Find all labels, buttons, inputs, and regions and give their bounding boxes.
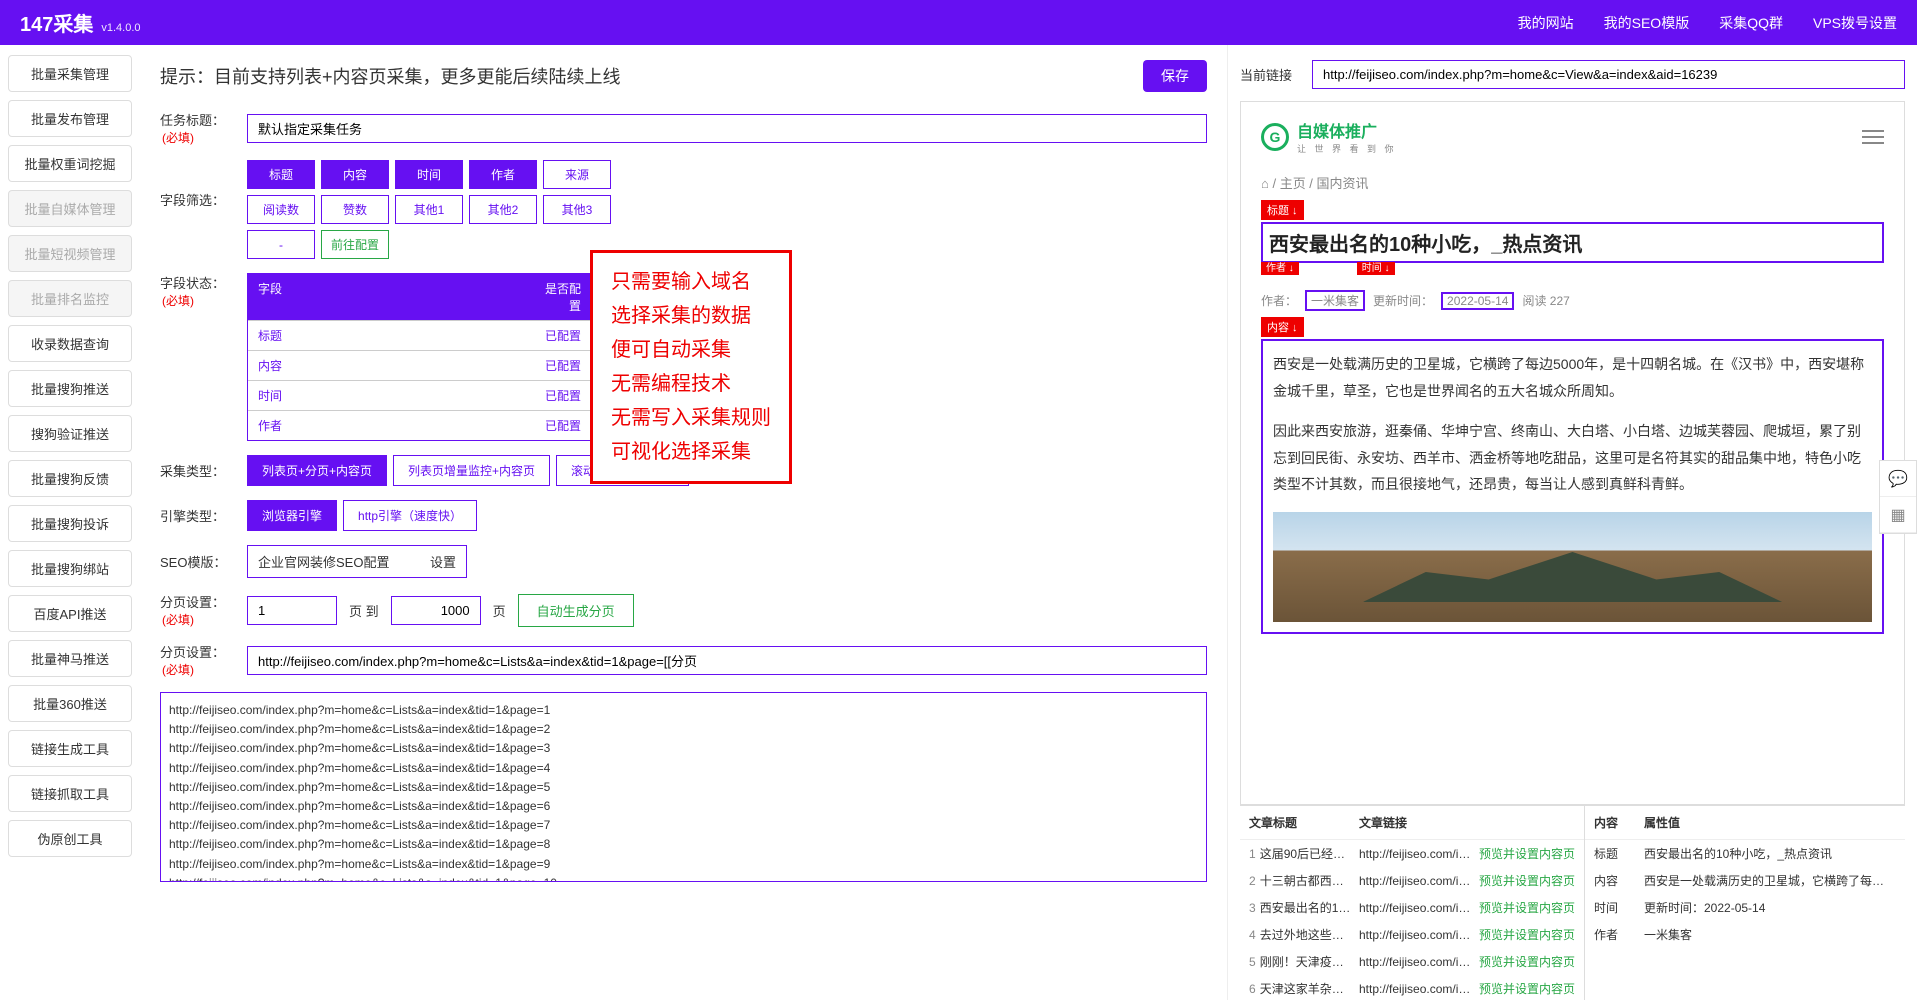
nav-seo-template[interactable]: 我的SEO模版	[1604, 13, 1690, 33]
logo-icon: G	[1261, 123, 1289, 151]
task-title-label: 任务标题：(必填)	[160, 110, 235, 146]
url-list-textarea[interactable]: http://feijiseo.com/index.php?m=home&c=L…	[160, 692, 1207, 882]
field-btn-来源[interactable]: 来源	[543, 160, 611, 189]
sidebar-item-12[interactable]: 百度API推送	[8, 595, 132, 632]
time-selection[interactable]: 2022-05-14	[1441, 292, 1514, 310]
article-row[interactable]: 1这届90后已经开始...http://feijiseo.com/in...预览…	[1240, 840, 1584, 867]
auto-gen-page-button[interactable]: 自动生成分页	[518, 594, 634, 627]
article-image	[1273, 512, 1872, 622]
sidebar-item-10[interactable]: 批量搜狗投诉	[8, 505, 132, 542]
article-row[interactable]: 6天津这家羊杂汤太...http://feijiseo.com/in...预览并…	[1240, 975, 1584, 1000]
field-btn-赞数[interactable]: 赞数	[321, 195, 389, 224]
title-badge: 标题 ↓	[1261, 200, 1304, 220]
property-row: 标题西安最出名的10种小吃，_热点资讯	[1585, 840, 1905, 867]
sidebar-item-1[interactable]: 批量发布管理	[8, 100, 132, 137]
field-btn-作者[interactable]: 作者	[469, 160, 537, 189]
field-state-row: 作者已配置	[248, 410, 591, 440]
time-badge: 时间 ↓	[1357, 262, 1395, 275]
nav-qq-group[interactable]: 采集QQ群	[1719, 13, 1783, 33]
sidebar-item-14[interactable]: 批量360推送	[8, 685, 132, 722]
article-title-selection[interactable]: 西安最出名的10种小吃，_热点资讯	[1261, 222, 1884, 263]
field-state-table: 字段是否配置 标题已配置内容已配置时间已配置作者已配置	[247, 273, 592, 441]
page-url-input[interactable]	[247, 646, 1207, 675]
field-btn-内容[interactable]: 内容	[321, 160, 389, 189]
sidebar-item-8[interactable]: 搜狗验证推送	[8, 415, 132, 452]
sidebar-item-15[interactable]: 链接生成工具	[8, 730, 132, 767]
overlay-instructions: 只需要输入域名选择采集的数据便可自动采集 无需编程技术无需写入采集规则可视化选择…	[590, 250, 792, 484]
sidebar-item-13[interactable]: 批量神马推送	[8, 640, 132, 677]
page-setting-label: 分页设置：(必填)	[160, 592, 235, 628]
sidebar-item-11[interactable]: 批量搜狗绑站	[8, 550, 132, 587]
task-title-input[interactable]	[247, 114, 1207, 143]
seo-template-select[interactable]: 企业官网装修SEO配置设置	[247, 545, 467, 578]
tab-列表页增量监控+内容页[interactable]: 列表页增量监控+内容页	[393, 455, 550, 486]
tip-text: 提示：目前支持列表+内容页采集，更多更能后续陆续上线	[160, 63, 621, 89]
field-state-row: 内容已配置	[248, 350, 591, 380]
property-row: 作者一米集客	[1585, 921, 1905, 948]
app-title: 147采集	[20, 8, 93, 37]
field-btn-阅读数[interactable]: 阅读数	[247, 195, 315, 224]
article-row[interactable]: 5刚刚！天津疫情掀...http://feijiseo.com/in...预览并…	[1240, 948, 1584, 975]
field-state-row: 标题已配置	[248, 320, 591, 350]
sidebar-item-9[interactable]: 批量搜狗反馈	[8, 460, 132, 497]
field-btn-其他3[interactable]: 其他3	[543, 195, 611, 224]
app-header: 147采集 v1.4.0.0 我的网站 我的SEO模版 采集QQ群 VPS拨号设…	[0, 0, 1917, 45]
field-btn-其他1[interactable]: 其他1	[395, 195, 463, 224]
author-badge: 作者 ↓	[1261, 262, 1299, 275]
sidebar-item-5: 批量排名监控	[8, 280, 132, 317]
engine-type-label: 引擎类型：	[160, 506, 235, 525]
sidebar-item-3: 批量自媒体管理	[8, 190, 132, 227]
app-version: v1.4.0.0	[101, 22, 140, 34]
site-logo: G 自媒体推广让 世 界 看 到 你	[1261, 118, 1397, 155]
sidebar-item-4: 批量短视频管理	[8, 235, 132, 272]
nav-vps-dial[interactable]: VPS拨号设置	[1813, 13, 1897, 33]
right-panel: 当前链接 G 自媒体推广让 世 界 看 到 你 ⌂ / 主页 / 国内资讯 标题…	[1227, 45, 1917, 1000]
sidebar-item-17[interactable]: 伪原创工具	[8, 820, 132, 857]
current-url-label: 当前链接	[1240, 65, 1300, 84]
article-list-table: 文章标题文章链接 1这届90后已经开始...http://feijiseo.co…	[1240, 806, 1585, 1000]
page-url-label: 分页设置：(必填)	[160, 642, 235, 678]
sidebar-item-2[interactable]: 批量权重词挖掘	[8, 145, 132, 182]
tab-列表页+分页+内容页[interactable]: 列表页+分页+内容页	[247, 455, 387, 486]
field-btn--[interactable]: -	[247, 230, 315, 259]
qr-icon[interactable]: ▦	[1880, 497, 1916, 533]
hamburger-icon[interactable]	[1862, 130, 1884, 144]
breadcrumb[interactable]: ⌂ / 主页 / 国内资讯	[1261, 173, 1884, 192]
page-to-input[interactable]	[391, 596, 481, 625]
content-selection[interactable]: 西安是一处载满历史的卫星城，它横跨了每边5000年，是十四朝名城。在《汉书》中，…	[1261, 339, 1884, 634]
field-filter-label: 字段筛选：	[160, 190, 235, 209]
property-row: 时间更新时间：2022-05-14	[1585, 894, 1905, 921]
content-badge: 内容 ↓	[1261, 317, 1304, 337]
chat-icon[interactable]: 💬	[1880, 461, 1916, 497]
save-button[interactable]: 保存	[1143, 60, 1207, 92]
header-nav: 我的网站 我的SEO模版 采集QQ群 VPS拨号设置	[1518, 13, 1897, 33]
page-from-input[interactable]	[247, 596, 337, 625]
field-btn-标题[interactable]: 标题	[247, 160, 315, 189]
nav-mysite[interactable]: 我的网站	[1518, 13, 1574, 33]
current-url-input[interactable]	[1312, 60, 1905, 89]
field-state-label: 字段状态：(必填)	[160, 273, 235, 309]
property-row: 内容西安是一处载满历史的卫星城，它横跨了每边5000年，是十四朝名...	[1585, 867, 1905, 894]
sidebar-item-16[interactable]: 链接抓取工具	[8, 775, 132, 812]
sidebar-item-7[interactable]: 批量搜狗推送	[8, 370, 132, 407]
field-btn-其他2[interactable]: 其他2	[469, 195, 537, 224]
sidebar: 批量采集管理批量发布管理批量权重词挖掘批量自媒体管理批量短视频管理批量排名监控收…	[0, 45, 140, 1000]
field-btn-时间[interactable]: 时间	[395, 160, 463, 189]
float-toolbar: 💬 ▦	[1879, 460, 1917, 534]
tab-浏览器引擎[interactable]: 浏览器引擎	[247, 500, 337, 531]
center-panel: 提示：目前支持列表+内容页采集，更多更能后续陆续上线 保存 任务标题：(必填) …	[140, 45, 1227, 1000]
article-row[interactable]: 2十三朝古都西安最...http://feijiseo.com/in...预览并…	[1240, 867, 1584, 894]
tab-http引擎（速度快）[interactable]: http引擎（速度快）	[343, 500, 477, 531]
author-selection[interactable]: 一米集客	[1305, 290, 1365, 311]
sidebar-item-0[interactable]: 批量采集管理	[8, 55, 132, 92]
article-row[interactable]: 4去过外地这些地方...http://feijiseo.com/in...预览并…	[1240, 921, 1584, 948]
collect-type-label: 采集类型：	[160, 461, 235, 480]
article-row[interactable]: 3西安最出名的10种...http://feijiseo.com/in...预览…	[1240, 894, 1584, 921]
property-table: 内容属性值 标题西安最出名的10种小吃，_热点资讯内容西安是一处载满历史的卫星城…	[1585, 806, 1905, 1000]
field-state-row: 时间已配置	[248, 380, 591, 410]
sidebar-item-6[interactable]: 收录数据查询	[8, 325, 132, 362]
preview-pane[interactable]: G 自媒体推广让 世 界 看 到 你 ⌂ / 主页 / 国内资讯 标题 ↓ 西安…	[1240, 101, 1905, 805]
field-btn-前往配置[interactable]: 前往配置	[321, 230, 389, 259]
seo-template-label: SEO模版：	[160, 552, 235, 571]
